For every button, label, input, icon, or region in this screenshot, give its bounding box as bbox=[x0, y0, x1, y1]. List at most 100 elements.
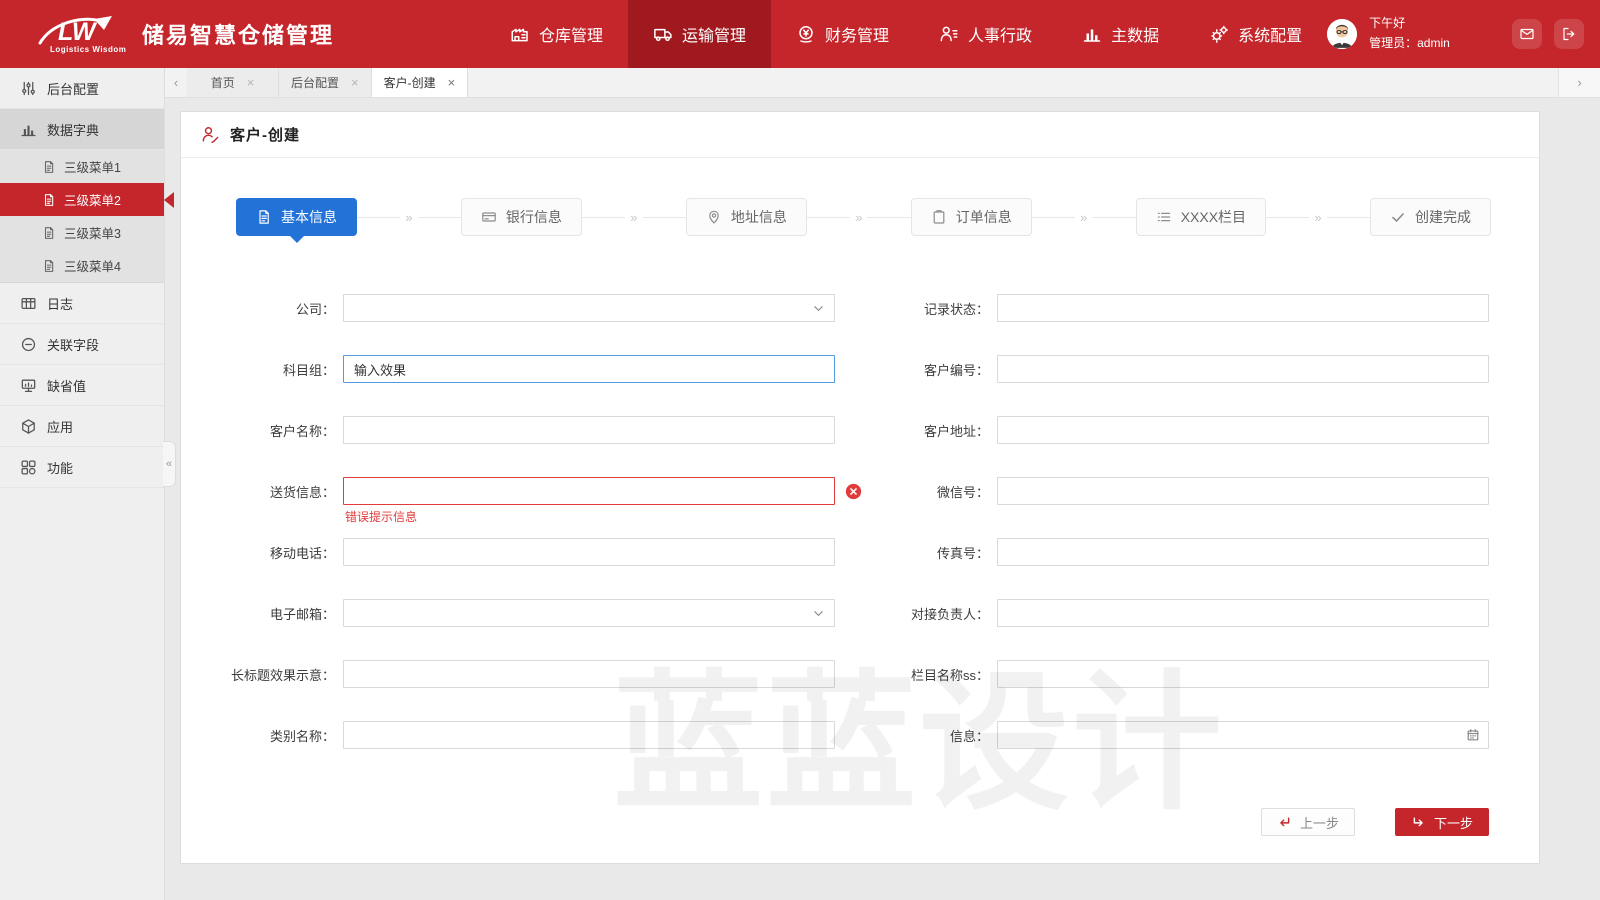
link-icon bbox=[20, 336, 37, 353]
field-record-status: 记录状态： bbox=[835, 294, 1489, 322]
nav-item-hr[interactable]: 人事行政 bbox=[914, 0, 1057, 68]
logo-subtitle: Logistics Wisdom bbox=[50, 45, 126, 54]
document-icon bbox=[42, 160, 56, 174]
customer-create-card: 客户-创建 基本信息 » 银行信息 » bbox=[180, 111, 1540, 864]
field-email: 电子邮箱： bbox=[181, 599, 835, 627]
person-edit-icon bbox=[201, 125, 220, 144]
wizard-steps: 基本信息 » 银行信息 » 地址信息 » bbox=[236, 198, 1491, 236]
company-select[interactable] bbox=[343, 294, 835, 322]
step-xxxx-column[interactable]: XXXX栏目 bbox=[1136, 198, 1266, 236]
tab-close-icon[interactable]: × bbox=[448, 76, 456, 89]
step-create-complete[interactable]: 创建完成 bbox=[1370, 198, 1491, 236]
logo-text: LW bbox=[58, 18, 98, 46]
field-label: 对接负责人： bbox=[835, 604, 997, 623]
tab-close-icon[interactable]: × bbox=[247, 76, 255, 89]
next-step-button[interactable]: 下一步 bbox=[1395, 808, 1489, 836]
tab-scroll-left-button[interactable]: ‹ bbox=[165, 68, 187, 97]
field-label: 送货信息： bbox=[181, 482, 343, 501]
customer-address-input[interactable] bbox=[997, 416, 1489, 444]
sidebar-item-linked-fields[interactable]: 关联字段 bbox=[0, 324, 164, 365]
tab-close-icon[interactable]: × bbox=[351, 76, 359, 89]
step-connector: » bbox=[1266, 210, 1370, 225]
check-icon bbox=[1390, 209, 1406, 225]
tab-scroll-right-button[interactable]: › bbox=[1558, 68, 1600, 97]
subject-group-input[interactable] bbox=[343, 355, 835, 383]
user-avatar[interactable] bbox=[1327, 19, 1357, 49]
calendar-icon[interactable] bbox=[1466, 728, 1480, 742]
step-order-info[interactable]: 订单信息 bbox=[911, 198, 1032, 236]
cube-icon bbox=[20, 418, 37, 435]
sidebar-subitem-menu4[interactable]: 三级菜单4 bbox=[0, 249, 164, 282]
step-connector: » bbox=[357, 210, 461, 225]
sidebar-item-functions[interactable]: 功能 bbox=[0, 447, 164, 488]
app-header: LW Logistics Wisdom 储易智慧仓储管理 仓库管理 运输管理 财… bbox=[0, 0, 1600, 68]
page-title-bar: 客户-创建 bbox=[181, 112, 1539, 158]
field-customer-number: 客户编号： bbox=[835, 355, 1489, 383]
nav-item-system-config[interactable]: 系统配置 bbox=[1184, 0, 1327, 68]
customer-name-input[interactable] bbox=[343, 416, 835, 444]
step-address-info[interactable]: 地址信息 bbox=[686, 198, 807, 236]
tab-customer-create[interactable]: 客户-创建 × bbox=[372, 68, 469, 97]
customer-number-input[interactable] bbox=[997, 355, 1489, 383]
previous-step-button[interactable]: 上一步 bbox=[1261, 808, 1355, 836]
step-basic-info[interactable]: 基本信息 bbox=[236, 198, 357, 236]
order-clipboard-icon bbox=[931, 209, 947, 225]
document-icon bbox=[256, 209, 272, 225]
error-message: 错误提示信息 bbox=[345, 508, 417, 525]
wechat-id-input[interactable] bbox=[997, 477, 1489, 505]
column-name-ss-input[interactable] bbox=[997, 660, 1489, 688]
wizard-footer: 上一步 下一步 bbox=[1261, 808, 1489, 836]
sidebar-collapse-button[interactable]: « bbox=[163, 441, 176, 487]
logout-button[interactable] bbox=[1554, 19, 1584, 49]
sidebar-item-label: 数据字典 bbox=[47, 120, 99, 139]
nav-item-master-data[interactable]: 主数据 bbox=[1057, 0, 1184, 68]
tab-bar: ‹ 首页 × 后台配置 × 客户-创建 × › bbox=[165, 68, 1600, 98]
gears-icon bbox=[1209, 24, 1229, 44]
record-status-input[interactable] bbox=[997, 294, 1489, 322]
tab-backend-config[interactable]: 后台配置 × bbox=[279, 68, 372, 97]
field-label: 客户名称： bbox=[181, 421, 343, 440]
form-column-left: 公司： 科目组： bbox=[181, 294, 835, 782]
finance-icon bbox=[796, 24, 816, 44]
delivery-info-input[interactable] bbox=[343, 477, 835, 505]
info-date-input[interactable] bbox=[997, 721, 1489, 749]
nav-item-transport[interactable]: 运输管理 bbox=[628, 0, 771, 68]
collapse-chevrons-icon: « bbox=[166, 458, 172, 470]
long-title-demo-input[interactable] bbox=[343, 660, 835, 688]
category-name-input[interactable] bbox=[343, 721, 835, 749]
previous-step-label: 上一步 bbox=[1300, 813, 1339, 832]
chevron-left-icon: ‹ bbox=[174, 75, 178, 90]
sidebar-subitem-label: 三级菜单2 bbox=[64, 190, 121, 209]
mobile-phone-input[interactable] bbox=[343, 538, 835, 566]
arrow-back-icon bbox=[1277, 815, 1292, 830]
fax-number-input[interactable] bbox=[997, 538, 1489, 566]
app-logo[interactable]: LW Logistics Wisdom 储易智慧仓储管理 bbox=[0, 13, 330, 55]
step-bank-info[interactable]: 银行信息 bbox=[461, 198, 582, 236]
sidebar-item-default-values[interactable]: 缺省值 bbox=[0, 365, 164, 406]
sidebar-item-logs[interactable]: 日志 bbox=[0, 283, 164, 324]
field-label: 类别名称： bbox=[181, 726, 343, 745]
sidebar-item-backend-config[interactable]: 后台配置 bbox=[0, 68, 164, 109]
sidebar-subitem-menu3[interactable]: 三级菜单3 bbox=[0, 216, 164, 249]
nav-label: 仓库管理 bbox=[539, 22, 603, 46]
tab-home[interactable]: 首页 × bbox=[187, 68, 279, 97]
main-column: ‹ 首页 × 后台配置 × 客户-创建 × › bbox=[165, 68, 1600, 900]
field-subject-group: 科目组： bbox=[181, 355, 835, 383]
user-area: 下午好 管理员：admin bbox=[1327, 14, 1600, 54]
sidebar-subitem-menu2[interactable]: 三级菜单2 bbox=[0, 183, 164, 216]
nav-item-finance[interactable]: 财务管理 bbox=[771, 0, 914, 68]
step-connector: » bbox=[807, 210, 911, 225]
sidebar-subitem-menu1[interactable]: 三级菜单1 bbox=[0, 150, 164, 183]
field-label: 移动电话： bbox=[181, 543, 343, 562]
field-delivery-info: 送货信息： 错误提示信息 bbox=[181, 477, 835, 505]
email-select[interactable] bbox=[343, 599, 835, 627]
sidebar-item-applications[interactable]: 应用 bbox=[0, 406, 164, 447]
contact-person-input[interactable] bbox=[997, 599, 1489, 627]
nav-item-warehouse[interactable]: 仓库管理 bbox=[485, 0, 628, 68]
mail-button[interactable] bbox=[1512, 19, 1542, 49]
content-area: 客户-创建 基本信息 » 银行信息 » bbox=[165, 98, 1600, 900]
sidebar-item-data-dictionary[interactable]: 数据字典 bbox=[0, 109, 164, 150]
field-label: 客户地址： bbox=[835, 421, 997, 440]
sidebar-subitem-label: 三级菜单3 bbox=[64, 223, 121, 242]
field-fax-number: 传真号： bbox=[835, 538, 1489, 566]
